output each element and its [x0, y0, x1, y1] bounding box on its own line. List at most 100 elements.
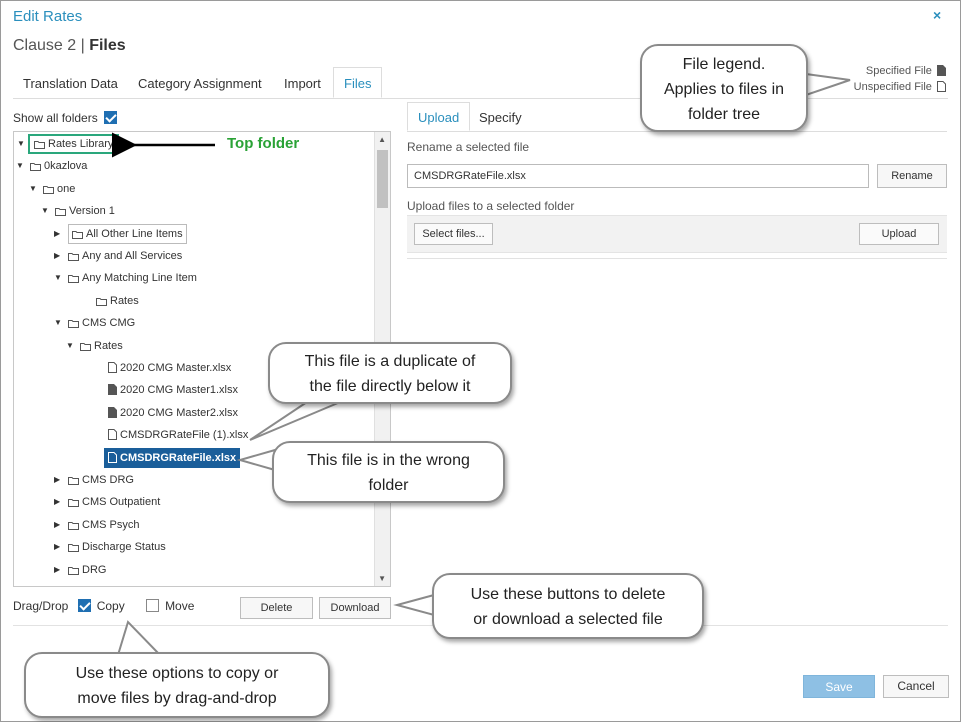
tree-item-one[interactable]: one	[43, 179, 75, 199]
tree-item-rates[interactable]: Rates	[80, 336, 123, 356]
unspecified-file-icon	[108, 427, 117, 447]
folder-icon	[68, 472, 79, 492]
tree-item-label: Any and All Services	[82, 250, 183, 262]
tab-files[interactable]: Files	[333, 67, 383, 98]
folder-icon	[68, 517, 79, 537]
delete-button[interactable]: Delete	[240, 597, 313, 619]
expand-down-icon[interactable]: ▼	[16, 156, 24, 176]
expand-right-icon[interactable]: ▶	[54, 246, 60, 266]
tree-item-any-and-all-services[interactable]: Any and All Services	[68, 246, 182, 266]
tree-item-2020-cmg-master-xlsx[interactable]: 2020 CMG Master.xlsx	[108, 358, 231, 378]
tree-item-label: one	[57, 182, 76, 195]
tab-upload[interactable]: Upload	[407, 102, 471, 131]
expand-down-icon[interactable]: ▼	[41, 201, 49, 221]
expand-down-icon[interactable]: ▼	[66, 336, 74, 356]
select-files-button[interactable]: Select files...	[414, 223, 493, 245]
tree-item-label: CMS Outpatient	[82, 496, 161, 509]
tree-item-label: Discharge Status	[82, 541, 166, 554]
folder-icon	[68, 270, 79, 290]
tree-item-label: Rates Library	[48, 138, 114, 150]
rename-button[interactable]: Rename	[877, 164, 947, 188]
folder-icon	[43, 181, 54, 201]
tab-translation-data[interactable]: Translation Data	[13, 68, 128, 99]
tab-category-assignment[interactable]: Category Assignment	[128, 68, 272, 99]
tree-item-rates[interactable]: Rates	[96, 291, 139, 311]
folder-icon	[80, 338, 91, 358]
expand-down-icon[interactable]: ▼	[29, 179, 37, 199]
tree-item-label: 2020 CMG Master.xlsx	[120, 362, 232, 374]
scroll-down-icon[interactable]: ▼	[378, 574, 386, 583]
close-icon[interactable]: ×	[933, 7, 941, 23]
tab-specify[interactable]: Specify	[469, 103, 532, 132]
page-subtitle: Clause 2 | Files	[13, 37, 126, 55]
tree-item-rates-library[interactable]: Rates Library	[28, 134, 120, 154]
move-checkbox[interactable]	[146, 599, 160, 612]
tab-import[interactable]: Import	[274, 68, 331, 99]
download-button[interactable]: Download	[319, 597, 391, 619]
expand-right-icon[interactable]: ▶	[54, 224, 60, 244]
folder-icon	[30, 158, 41, 178]
folder-icon	[68, 562, 79, 582]
tree-item-discharge-status[interactable]: Discharge Status	[68, 537, 166, 557]
scroll-thumb[interactable]	[377, 150, 388, 208]
drag-drop-options: Drag/Drop Copy Move	[13, 599, 212, 613]
expand-right-icon[interactable]: ▶	[54, 492, 60, 512]
duplicate-callout-line-2: the file directly below it	[309, 378, 471, 395]
scroll-up-icon[interactable]: ▲	[378, 135, 386, 144]
duplicate-callout: This file is a duplicate of the file dir…	[268, 342, 512, 404]
tree-item-2020-cmg-master1-xlsx[interactable]: 2020 CMG Master1.xlsx	[108, 380, 238, 400]
drag-drop-label: Drag/Drop	[13, 599, 69, 613]
tree-item-cmsdrgratefile-xlsx[interactable]: CMSDRGRateFile.xlsx	[104, 447, 241, 470]
expand-down-icon[interactable]: ▼	[54, 268, 62, 288]
wrong-folder-callout: This file is in the wrong folder	[272, 441, 505, 503]
expand-down-icon[interactable]: ▼	[17, 134, 25, 154]
tree-item-cms-outpatient[interactable]: CMS Outpatient	[68, 492, 160, 512]
drag-callout-line-2: move files by drag-and-drop	[77, 690, 277, 707]
tree-item-cms-drg[interactable]: CMS DRG	[68, 470, 134, 490]
tree-item-2020-cmg-master2-xlsx[interactable]: 2020 CMG Master2.xlsx	[108, 403, 238, 423]
tree-item-label: DRG	[82, 563, 107, 576]
wrong-folder-callout-line-1: This file is in the wrong	[307, 452, 470, 469]
tree-item-cms-cmg[interactable]: CMS CMG	[68, 313, 135, 333]
show-all-folders: Show all folders	[13, 111, 117, 125]
legend-specified: Specified File	[854, 63, 946, 79]
tree-item-any-matching-line-item[interactable]: Any Matching Line Item	[68, 268, 197, 288]
drag-callout-line-1: Use these options to copy or	[75, 665, 279, 682]
upload-label: Upload files to a selected folder	[407, 199, 575, 213]
tree-item-version-1[interactable]: Version 1	[55, 201, 115, 221]
tree-item-label: CMS CMG	[82, 317, 136, 330]
expand-right-icon[interactable]: ▶	[54, 470, 60, 490]
subtitle-section: Files	[89, 37, 126, 54]
expand-right-icon[interactable]: ▶	[54, 537, 60, 557]
legend-unspecified: Unspecified File	[854, 79, 946, 95]
specified-file-icon	[108, 382, 117, 402]
tree-item-drg[interactable]: DRG	[68, 560, 106, 580]
folder-icon	[55, 203, 66, 223]
folder-icon	[72, 227, 83, 245]
expand-down-icon[interactable]: ▼	[54, 313, 62, 333]
specified-file-icon	[108, 405, 117, 425]
upload-button[interactable]: Upload	[859, 223, 939, 245]
tree-item-0kazlova[interactable]: 0kazlova	[30, 156, 87, 176]
folder-icon	[68, 494, 79, 514]
copy-checkbox[interactable]	[77, 599, 91, 612]
dialog-title: Edit Rates	[13, 8, 83, 25]
show-all-checkbox[interactable]	[103, 111, 117, 124]
folder-icon	[96, 293, 107, 313]
tree-item-cms-psych[interactable]: CMS Psych	[68, 515, 139, 535]
rename-input[interactable]: CMSDRGRateFile.xlsx	[407, 164, 869, 188]
tree-item-label: CMSDRGRateFile.xlsx	[120, 451, 237, 464]
panel-separator	[407, 258, 947, 259]
tree-item-label: 0kazlova	[44, 160, 88, 173]
unspecified-file-icon	[108, 450, 117, 470]
expand-right-icon[interactable]: ▶	[54, 560, 60, 580]
tree-item-label: CMSDRGRateFile (1).xlsx	[120, 429, 249, 442]
save-button[interactable]: Save	[803, 675, 875, 698]
tree-item-cmsdrgratefile-1-xlsx[interactable]: CMSDRGRateFile (1).xlsx	[108, 425, 248, 445]
tree-item-all-other-line-items[interactable]: All Other Line Items	[68, 223, 187, 245]
drag-callout: Use these options to copy or move files …	[24, 652, 330, 718]
rename-label: Rename a selected file	[407, 140, 530, 154]
cancel-button[interactable]: Cancel	[883, 675, 949, 698]
expand-right-icon[interactable]: ▶	[54, 515, 60, 535]
top-folder-annotation: Top folder	[227, 135, 300, 152]
